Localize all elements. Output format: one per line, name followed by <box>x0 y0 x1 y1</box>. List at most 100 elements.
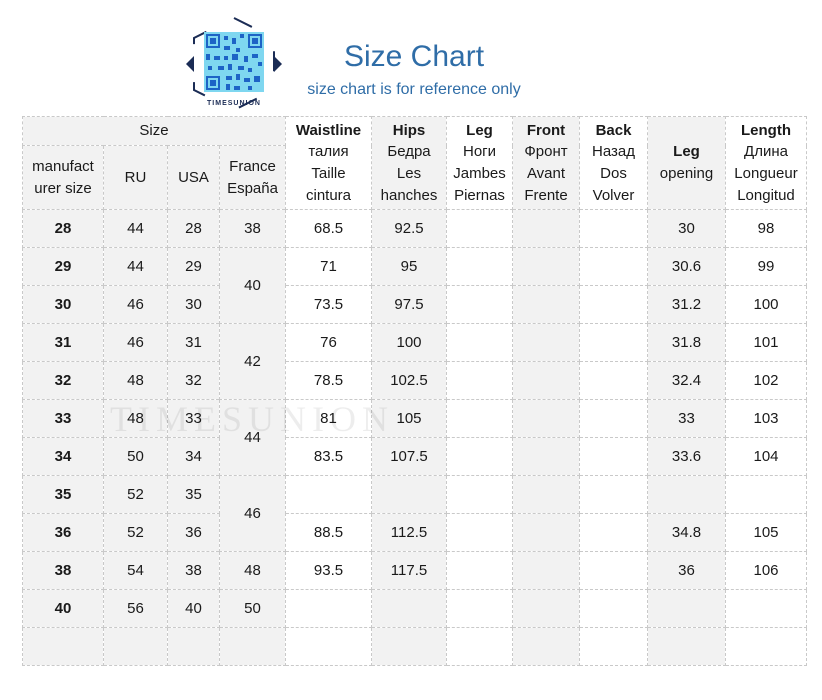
waist-cell: 73.5 <box>285 285 372 324</box>
leg-cell <box>446 589 513 628</box>
usa-size-cell: 30 <box>167 285 220 324</box>
hips-cell: 107.5 <box>371 437 447 476</box>
back-cell <box>579 361 648 400</box>
leg-cell <box>446 513 513 552</box>
ru-size-cell: 56 <box>103 589 168 628</box>
size-group-header: Size <box>22 116 286 146</box>
usa-size-cell: 31 <box>167 323 220 362</box>
opening-cell: 31.2 <box>647 285 726 324</box>
manufacturer-size-cell: 38 <box>22 551 104 590</box>
length-header: Length Длина Longueur Longitud <box>725 116 807 210</box>
front-cell <box>512 475 580 514</box>
length-cell: 105 <box>725 513 807 552</box>
length-cell: 102 <box>725 361 807 400</box>
usa-size-cell: 35 <box>167 475 220 514</box>
usa-size-cell: 28 <box>167 209 220 248</box>
france-espana-size-cell: 48 <box>219 551 286 590</box>
table-row: 34 50 34 83.5 107.5 33.6 104 <box>22 437 807 476</box>
opening-cell: 36 <box>647 551 726 590</box>
waist-cell: 93.5 <box>285 551 372 590</box>
ru-size-cell: 44 <box>103 209 168 248</box>
opening-cell: 31.8 <box>647 323 726 362</box>
table-row-empty <box>22 627 807 666</box>
front-cell <box>512 209 580 248</box>
back-header: Back Назад Dos Volver <box>579 116 648 210</box>
usa-size-cell: 36 <box>167 513 220 552</box>
hips-header: Hips Бедра Les hanches <box>371 116 447 210</box>
front-cell <box>512 437 580 476</box>
brand-name: TIMESUNION <box>207 100 261 107</box>
front-header: Front Фронт Avant Frente <box>512 116 580 210</box>
manufacturer-size-cell: 34 <box>22 437 104 476</box>
front-cell <box>512 551 580 590</box>
qr-code-icon <box>186 16 282 112</box>
length-cell: 98 <box>725 209 807 248</box>
back-cell <box>579 513 648 552</box>
front-cell <box>512 361 580 400</box>
leg-cell <box>446 209 513 248</box>
hips-cell: 100 <box>371 323 447 362</box>
table-row: 38 54 38 48 93.5 117.5 36 106 <box>22 551 807 590</box>
ru-size-cell: 54 <box>103 551 168 590</box>
back-cell <box>579 437 648 476</box>
waist-cell: 88.5 <box>285 513 372 552</box>
opening-cell <box>647 475 726 514</box>
opening-cell: 33 <box>647 399 726 438</box>
back-cell <box>579 209 648 248</box>
back-cell <box>579 475 648 514</box>
size-chart-table: Size Waistline талия Taille cintura Hips Бед… <box>22 116 807 666</box>
back-cell <box>579 247 648 286</box>
table-row: 32 48 32 78.5 102.5 32.4 102 <box>22 361 807 400</box>
empty-cell <box>103 627 168 666</box>
length-cell: 106 <box>725 551 807 590</box>
front-cell <box>512 285 580 324</box>
length-cell: 104 <box>725 437 807 476</box>
hips-cell: 97.5 <box>371 285 447 324</box>
empty-cell <box>725 627 807 666</box>
back-cell <box>579 589 648 628</box>
leg-cell <box>446 475 513 514</box>
ru-size-cell: 44 <box>103 247 168 286</box>
empty-cell <box>579 627 648 666</box>
front-cell <box>512 323 580 362</box>
table-row: 30 46 30 73.5 97.5 31.2 100 <box>22 285 807 324</box>
france-espana-size-cell: 50 <box>219 589 286 628</box>
manufacturer-size-cell: 30 <box>22 285 104 324</box>
ru-size-cell: 50 <box>103 437 168 476</box>
hips-cell: 117.5 <box>371 551 447 590</box>
usa-size-cell: 29 <box>167 247 220 286</box>
manufacturer-size-cell: 35 <box>22 475 104 514</box>
front-cell <box>512 513 580 552</box>
waist-cell <box>285 475 372 514</box>
empty-cell <box>285 627 372 666</box>
ru-size-cell: 48 <box>103 361 168 400</box>
france-espana-header: France España <box>219 145 286 210</box>
table-row: 40 56 40 50 <box>22 589 807 628</box>
opening-cell: 30.6 <box>647 247 726 286</box>
usa-size-cell: 40 <box>167 589 220 628</box>
hips-cell: 92.5 <box>371 209 447 248</box>
ru-size-cell: 48 <box>103 399 168 438</box>
opening-cell: 34.8 <box>647 513 726 552</box>
front-cell <box>512 399 580 438</box>
hips-cell <box>371 589 447 628</box>
usa-header: USA <box>167 145 220 210</box>
manufacturer-size-cell: 32 <box>22 361 104 400</box>
ru-size-cell: 46 <box>103 323 168 362</box>
manufacturer-size-cell: 40 <box>22 589 104 628</box>
opening-cell <box>647 589 726 628</box>
manufacturer-size-header: manufact urer size <box>22 145 104 210</box>
length-cell <box>725 589 807 628</box>
waist-cell: 71 <box>285 247 372 286</box>
page-title: Size Chart <box>343 40 485 73</box>
table-row: 36 52 36 88.5 112.5 34.8 105 <box>22 513 807 552</box>
back-cell <box>579 551 648 590</box>
table-row: 28 44 28 38 68.5 92.5 30 98 <box>22 209 807 248</box>
waist-cell: 81 <box>285 399 372 438</box>
leg-cell <box>446 551 513 590</box>
france-espana-size-cell: 44 <box>219 399 286 476</box>
empty-cell <box>512 627 580 666</box>
length-cell <box>725 475 807 514</box>
leg-cell <box>446 323 513 362</box>
ru-header: RU <box>103 145 168 210</box>
